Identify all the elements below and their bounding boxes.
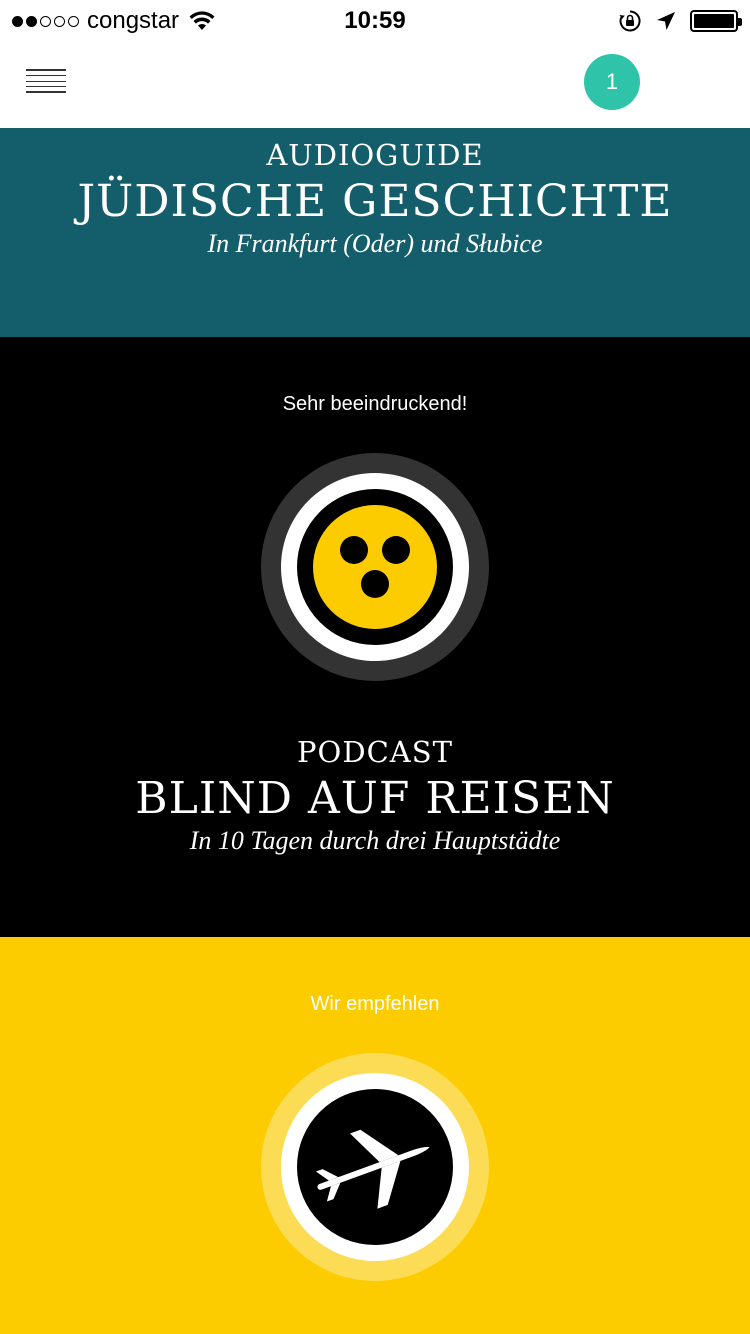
podcast-kicker: PODCAST bbox=[297, 735, 453, 769]
podcast-title: BLIND AUF REISEN bbox=[135, 773, 615, 824]
nav-bar: 1 bbox=[0, 42, 750, 128]
notification-badge[interactable]: 1 bbox=[584, 54, 640, 110]
audioguide-kicker: AUDIOGUIDE bbox=[266, 138, 484, 172]
battery-icon bbox=[690, 10, 742, 32]
status-bar: congstar 10:59 bbox=[0, 0, 750, 42]
recommendation-note: Wir empfehlen bbox=[310, 993, 440, 1015]
podcast-teaser[interactable]: Sehr beeindruckend! PODCAST BLIND AUF RE… bbox=[0, 337, 750, 937]
rotation-lock-icon bbox=[619, 10, 641, 32]
podcast-subtitle: In 10 Tagen durch drei Hauptstädte bbox=[189, 826, 561, 855]
hamburger-menu-icon[interactable] bbox=[26, 69, 66, 93]
blind-symbol-icon[interactable] bbox=[261, 453, 489, 681]
location-arrow-icon bbox=[657, 12, 675, 30]
audioguide-title: JÜDISCHE GESCHICHTE bbox=[77, 176, 673, 227]
status-right bbox=[618, 8, 742, 34]
podcast-note: Sehr beeindruckend! bbox=[282, 393, 468, 415]
podcast-text: PODCAST BLIND AUF REISEN In 10 Tagen dur… bbox=[0, 735, 750, 856]
airplane-icon[interactable] bbox=[261, 1053, 489, 1281]
audioguide-teaser[interactable]: AUDIOGUIDE JÜDISCHE GESCHICHTE In Frankf… bbox=[0, 128, 750, 337]
audioguide-subtitle: In Frankfurt (Oder) und Słubice bbox=[207, 229, 543, 258]
recommendation-teaser[interactable]: Wir empfehlen bbox=[0, 937, 750, 1334]
